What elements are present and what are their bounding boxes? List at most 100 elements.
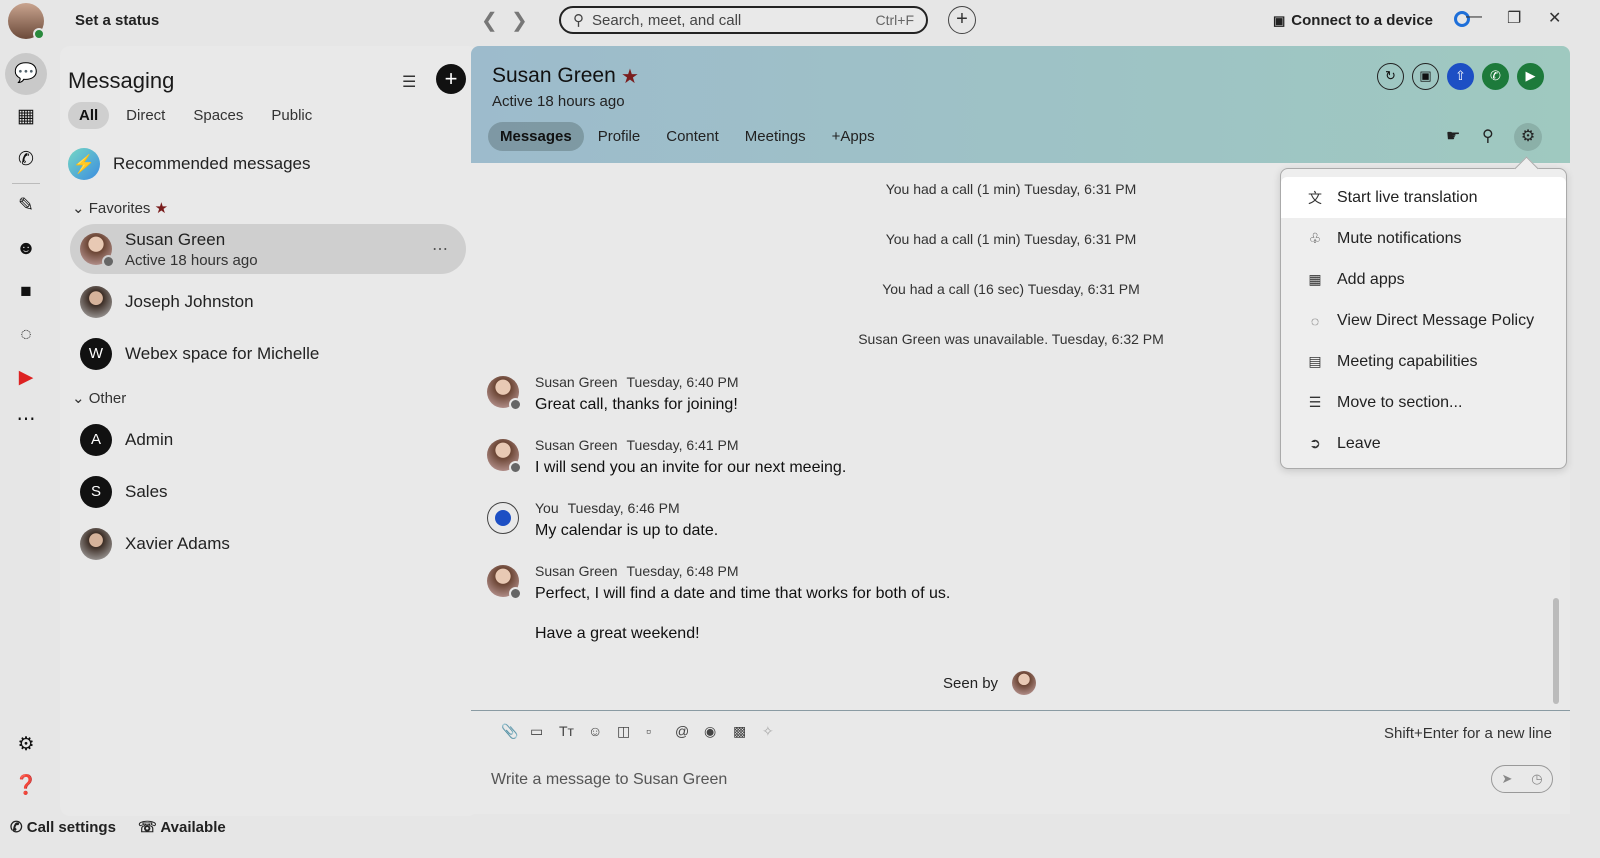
conversation-item-xavier-adams[interactable]: Xavier Adams [70, 519, 466, 569]
settings-gear-icon[interactable]: ⚙ [1514, 123, 1542, 151]
emoji-icon[interactable]: ☺ [588, 723, 602, 739]
app-rail: 💬 ▦ ✆ ✎ ☻ ■ ◌ ▶ ⋯ ⚙ ❓ [0, 42, 52, 858]
whiteboard-icon[interactable]: ✎ [10, 190, 42, 222]
menu-item-meeting-capabilities[interactable]: ▤ Meeting capabilities [1281, 341, 1566, 382]
menu-item-view-policy[interactable]: ◌ View Direct Message Policy [1281, 300, 1566, 341]
set-status-button[interactable]: Set a status [75, 12, 159, 29]
attach-icon[interactable]: 📎 [501, 723, 518, 740]
settings-gear-icon[interactable]: ⚙ [10, 729, 42, 761]
scrollbar[interactable] [1553, 598, 1559, 704]
format-text-icon[interactable]: Tт [559, 723, 574, 739]
restore-icon[interactable]: ❐ [1507, 8, 1521, 28]
away-clock-icon [509, 461, 522, 474]
tab-apps[interactable]: +Apps [820, 122, 887, 151]
recommended-messages[interactable]: ⚡ Recommended messages [68, 148, 310, 180]
menu-item-add-apps[interactable]: ▦ Add apps [1281, 259, 1566, 300]
menu-item-mute-notifications[interactable]: ♧ Mute notifications [1281, 218, 1566, 259]
other-section-header[interactable]: ⌄ Other [72, 389, 126, 407]
menu-item-move-to-section[interactable]: ☰ Move to section... [1281, 382, 1566, 423]
forward-arrow-icon[interactable]: ❯ [511, 8, 528, 33]
tab-direct[interactable]: Direct [115, 102, 176, 129]
message-sender: Susan Green [535, 563, 618, 579]
send-button[interactable]: ➤ ◷ [1491, 765, 1553, 793]
availability-button[interactable]: ☏ Available [138, 818, 226, 836]
sticker-icon[interactable]: ▫ [646, 723, 651, 739]
avatar [80, 286, 112, 318]
new-line-hint: Shift+Enter for a new line [1383, 725, 1552, 742]
more-options-icon[interactable]: ⋯ [432, 239, 448, 259]
menu-item-label: Leave [1337, 434, 1381, 452]
menu-item-leave[interactable]: ➲ Leave [1281, 423, 1566, 464]
new-plus-button[interactable]: + [948, 6, 976, 34]
schedule-icon[interactable]: ▣ [1412, 63, 1439, 90]
calendar-icon[interactable]: ▦ [10, 101, 42, 133]
conversation-header: Susan Green ★ Active 18 hours ago ↻ ▣ ⇧ … [471, 46, 1570, 163]
tab-public[interactable]: Public [260, 102, 323, 129]
translate-icon: 文 [1308, 189, 1322, 206]
video-call-icon[interactable]: ▶ [1517, 63, 1544, 90]
away-clock-icon [509, 398, 522, 411]
tab-meetings[interactable]: Meetings [733, 122, 818, 151]
teams-icon[interactable]: ☻ [10, 233, 42, 265]
message-sender: Susan Green [535, 374, 618, 390]
back-arrow-icon[interactable]: ❮ [481, 8, 498, 33]
contacts-icon[interactable]: ■ [10, 276, 42, 308]
avatar[interactable] [1012, 671, 1037, 695]
mention-icon[interactable]: @ [675, 723, 689, 739]
away-clock-icon [102, 255, 115, 268]
seen-by: Seen by [943, 671, 1037, 695]
message-input[interactable]: Write a message to Susan Green [491, 771, 727, 789]
messaging-title: Messaging [68, 68, 175, 93]
more-apps-icon[interactable]: ⋯ [10, 404, 42, 436]
search-icon[interactable]: ⚲ [1482, 126, 1494, 146]
filter-icon[interactable]: ☰ [402, 72, 416, 92]
tab-profile[interactable]: Profile [586, 122, 653, 151]
tab-spaces[interactable]: Spaces [182, 102, 254, 129]
video-message-icon[interactable]: ▩ [733, 723, 746, 740]
private-icon[interactable]: ◉ [704, 723, 716, 740]
conversation-name: Xavier Adams [125, 534, 230, 553]
tab-messages[interactable]: Messages [488, 122, 584, 151]
voicemail-icon[interactable]: ◌ [10, 319, 42, 351]
conversation-item-admin[interactable]: A Admin [70, 415, 466, 465]
connect-device-button[interactable]: ▣ Connect to a device [1273, 12, 1433, 29]
menu-item-label: Add apps [1337, 270, 1405, 288]
mentions-icon[interactable]: ☛ [1446, 126, 1460, 146]
webex-app-icon[interactable]: ▶ [10, 362, 42, 394]
conversation-name: Admin [125, 430, 174, 449]
conversation-item-sales[interactable]: S Sales [70, 467, 466, 517]
conversation-item-joseph-johnston[interactable]: Joseph Johnston [70, 277, 466, 327]
bolt-icon: ⚡ [68, 148, 100, 180]
search-input[interactable]: ⚲ Search, meet, and call Ctrl+F [559, 6, 928, 34]
sync-icon[interactable]: ↻ [1377, 63, 1404, 90]
audio-call-icon[interactable]: ✆ [1482, 63, 1509, 90]
favorite-star-icon[interactable]: ★ [621, 64, 639, 89]
help-icon[interactable]: ❓ [10, 770, 42, 802]
message-sender: Susan Green [535, 437, 618, 453]
favorites-section-header[interactable]: ⌄ Favorites ★ [72, 199, 168, 217]
call-settings-icon: ✆ [10, 819, 23, 836]
messaging-tabs: All Direct Spaces Public [68, 102, 323, 129]
gif-icon[interactable]: ◫ [617, 723, 630, 740]
top-bar: Set a status ❮ ❯ ⚲ Search, meet, and cal… [0, 0, 1600, 42]
menu-item-start-live-translation[interactable]: 文 Start live translation [1281, 177, 1566, 218]
presence-dot [33, 28, 45, 40]
avatar [487, 376, 522, 411]
messaging-icon[interactable]: 💬 [5, 53, 47, 95]
share-screen-icon[interactable]: ⇧ [1447, 63, 1474, 90]
screenshot-icon[interactable]: ▭ [530, 723, 543, 740]
phone-icon[interactable]: ✆ [10, 144, 42, 176]
call-settings-button[interactable]: ✆ Call settings [10, 818, 116, 836]
close-icon[interactable]: ✕ [1548, 8, 1561, 28]
tab-all[interactable]: All [68, 102, 110, 129]
tab-content[interactable]: Content [654, 122, 731, 151]
new-message-button[interactable]: + [436, 64, 466, 94]
conversation-item-susan-green[interactable]: Susan Green Active 18 hours ago ⋯ [70, 224, 466, 274]
menu-item-label: Move to section... [1337, 393, 1463, 411]
minimize-icon[interactable]: — [1466, 8, 1482, 26]
ai-sparkle-icon[interactable]: ✧ [762, 723, 774, 740]
conversation-item-webex-space[interactable]: W Webex space for Michelle [70, 329, 466, 379]
leave-icon: ➲ [1309, 435, 1321, 451]
search-icon: ⚲ [573, 12, 584, 29]
my-avatar[interactable] [8, 3, 45, 40]
